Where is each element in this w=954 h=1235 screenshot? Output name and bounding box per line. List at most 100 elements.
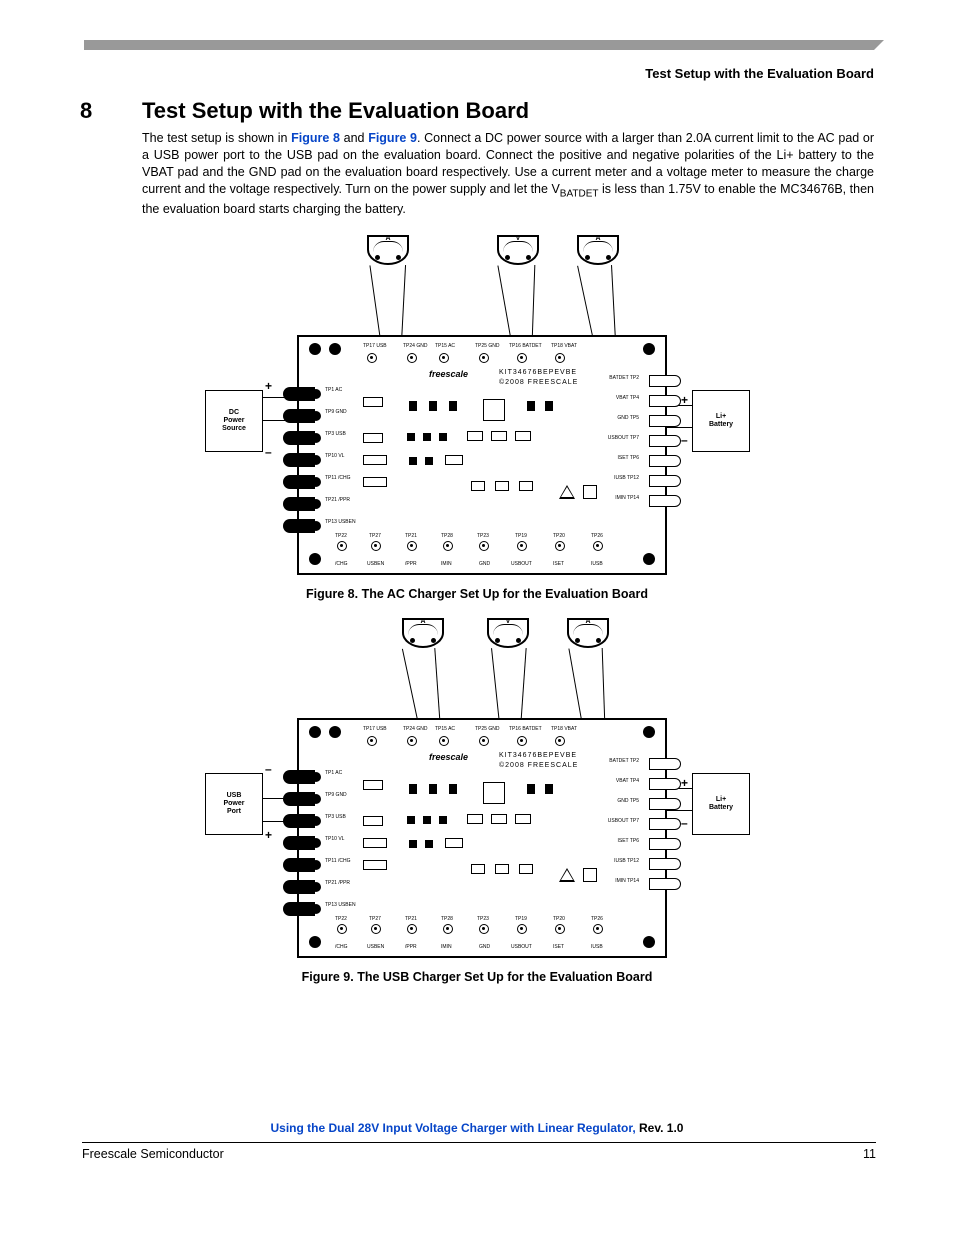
polarity-minus: – xyxy=(681,433,688,447)
tp-label: TP28 xyxy=(441,533,453,539)
jumper-icon xyxy=(515,431,531,441)
jumper-icon xyxy=(471,481,485,491)
tp-label: TP20 xyxy=(553,533,565,539)
ic-chip-icon xyxy=(483,399,505,421)
conn-label: TP1 AC xyxy=(325,387,342,393)
connector-ac xyxy=(283,387,315,401)
lead-line xyxy=(611,265,616,341)
jumper-icon xyxy=(363,397,383,407)
figure8-link[interactable]: Figure 8 xyxy=(291,131,340,145)
dc-power-source-box: DC Power Source xyxy=(205,390,263,452)
mounting-hole-icon xyxy=(309,936,321,948)
jumper-icon xyxy=(471,864,485,874)
pin-label: USBEN xyxy=(367,944,384,950)
component-icon xyxy=(409,840,417,848)
pin-label: ISET xyxy=(553,561,564,567)
test-point xyxy=(371,541,381,551)
footer-doc-title: Using the Dual 28V Input Voltage Charger… xyxy=(0,1121,954,1135)
test-point xyxy=(407,924,417,934)
conn-label: TP1 AC xyxy=(325,770,342,776)
text: The test setup is shown in xyxy=(142,131,291,145)
test-point xyxy=(555,541,565,551)
component-icon xyxy=(409,784,417,794)
tp-label: TP23 xyxy=(477,533,489,539)
test-point xyxy=(367,353,377,363)
figure-9-caption: Figure 9. The USB Charger Set Up for the… xyxy=(0,970,954,984)
tp-label: TP22 xyxy=(335,533,347,539)
conn-label: TP10 VL xyxy=(325,453,344,459)
figure-9: A V A USB Power Port – + Li+ Battery + –… xyxy=(0,618,954,984)
conn-label: BATDET TP2 xyxy=(609,758,639,764)
connector-chg xyxy=(283,858,315,872)
tp-label: TP22 xyxy=(335,916,347,922)
test-point xyxy=(407,736,417,746)
pin-label: USBEN xyxy=(367,561,384,567)
conn-label: VBAT TP4 xyxy=(616,395,639,401)
test-point xyxy=(337,924,347,934)
test-point xyxy=(443,541,453,551)
mounting-hole-icon xyxy=(329,726,341,738)
mounting-hole-icon xyxy=(309,726,321,738)
conn-label: TP21 /PPR xyxy=(325,497,350,503)
evaluation-board: TP17 USB TP24 GND TP15 AC TP25 GND TP16 … xyxy=(297,718,667,958)
conn-label: IMIN TP14 xyxy=(615,495,639,501)
warning-triangle-inner xyxy=(561,870,573,880)
component-icon xyxy=(449,401,457,411)
connector-imin xyxy=(649,878,681,890)
warning-triangle-inner xyxy=(561,487,573,497)
component-icon xyxy=(527,784,535,794)
component-icon xyxy=(449,784,457,794)
component-icon xyxy=(407,816,415,824)
figure-8-caption: Figure 8. The AC Charger Set Up for the … xyxy=(0,587,954,601)
figure9-link[interactable]: Figure 9 xyxy=(368,131,417,145)
lead-line xyxy=(520,648,526,724)
jumper-icon xyxy=(363,780,383,790)
conn-label: TP9 GND xyxy=(325,409,347,415)
conn-label: IMIN TP14 xyxy=(615,878,639,884)
board-id: KIT34676BEPEVBE xyxy=(499,752,577,759)
lead-line xyxy=(369,265,381,344)
ic-chip-icon xyxy=(483,782,505,804)
ammeter-left-icon: A xyxy=(402,618,444,648)
tp-label: TP26 xyxy=(591,916,603,922)
mounting-hole-icon xyxy=(643,343,655,355)
component-icon xyxy=(545,784,553,794)
tp-label: TP18 VBAT xyxy=(551,343,577,349)
polarity-minus: – xyxy=(265,762,272,776)
li-battery-box: Li+ Battery xyxy=(692,390,750,452)
connector-ac xyxy=(283,770,315,784)
component-icon xyxy=(409,457,417,465)
page-number: 11 xyxy=(863,1147,876,1161)
test-point xyxy=(555,736,565,746)
conn-label: GND TP5 xyxy=(617,415,639,421)
tp-label: TP25 GND xyxy=(475,726,499,732)
pin-label: GND xyxy=(479,944,490,950)
jumper-icon xyxy=(495,864,509,874)
lead-line xyxy=(577,266,594,341)
test-point xyxy=(593,924,603,934)
test-point xyxy=(407,541,417,551)
conn-label: USBOUT TP7 xyxy=(608,435,639,441)
connector-gnd-r xyxy=(649,415,681,427)
test-point xyxy=(479,541,489,551)
component-icon xyxy=(423,433,431,441)
figure-8-diagram: A V A DC Power Source + – Li+ Battery + … xyxy=(197,235,757,575)
connector-vbat xyxy=(649,395,681,407)
jumper-icon xyxy=(363,433,383,443)
section-number: 8 xyxy=(80,98,142,124)
li-battery-box: Li+ Battery xyxy=(692,773,750,835)
tp-label: TP26 xyxy=(591,533,603,539)
jumper-icon xyxy=(467,431,483,441)
connector-iset xyxy=(649,455,681,467)
connector-ppr xyxy=(283,497,315,511)
wire xyxy=(667,810,693,811)
tp-label: TP24 GND xyxy=(403,343,427,349)
connector-usbout xyxy=(649,818,681,830)
conn-label: BATDET TP2 xyxy=(609,375,639,381)
connector-chg xyxy=(283,475,315,489)
connector-usben xyxy=(283,519,315,533)
footer-doc-link[interactable]: Using the Dual 28V Input Voltage Charger… xyxy=(271,1121,636,1135)
wire xyxy=(667,427,693,428)
connector-ppr xyxy=(283,880,315,894)
test-point xyxy=(479,353,489,363)
